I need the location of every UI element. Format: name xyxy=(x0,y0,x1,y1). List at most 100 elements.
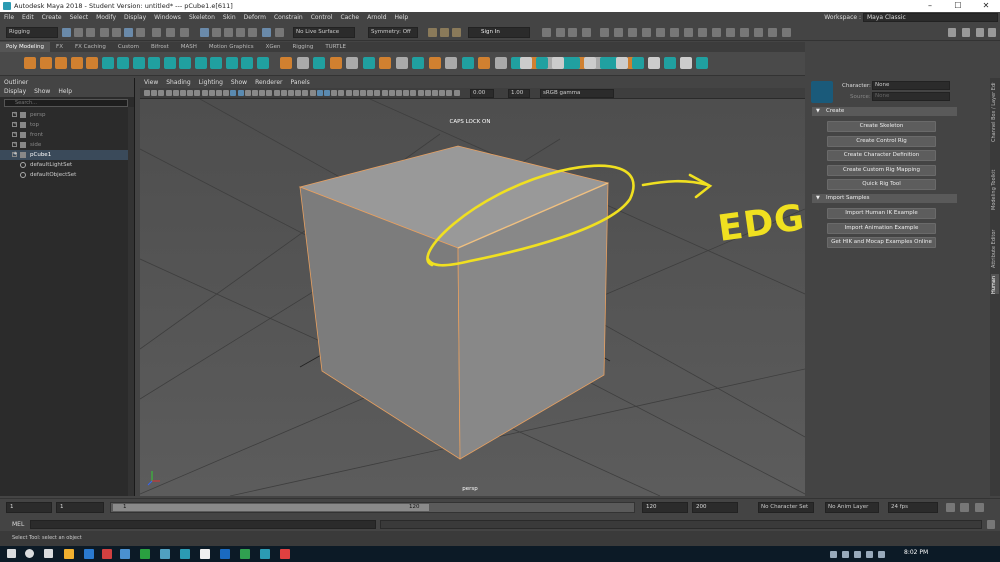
viewport-tool-icon[interactable] xyxy=(360,90,366,96)
sign-in-button[interactable]: Sign In xyxy=(468,27,530,38)
shelf-tool-icon[interactable] xyxy=(210,57,222,69)
statusline-option-icon[interactable] xyxy=(440,28,449,37)
statusline-tool-icon[interactable] xyxy=(74,28,83,37)
viewport-tool-icon[interactable] xyxy=(158,90,165,96)
viewport-menu-lighting[interactable]: Lighting xyxy=(195,79,227,86)
mail-icon[interactable] xyxy=(84,549,94,559)
shelf-tool-icon[interactable] xyxy=(86,57,98,69)
anim-end-field[interactable]: 200 xyxy=(692,502,738,513)
statusline-option-icon[interactable] xyxy=(428,28,437,37)
chrome-icon[interactable] xyxy=(280,549,290,559)
range-slider[interactable]: 1 120 xyxy=(110,502,635,513)
statusline-option-icon[interactable] xyxy=(642,28,651,37)
tray-icon[interactable] xyxy=(854,551,861,558)
statusline-option-icon[interactable] xyxy=(568,28,577,37)
shelf-tool-icon[interactable] xyxy=(568,57,580,69)
source-dropdown[interactable]: None xyxy=(872,92,950,101)
outliner-item[interactable]: defaultLightSet xyxy=(0,160,134,170)
viewport-tool-icon[interactable] xyxy=(223,90,230,96)
viewport-tool-icon[interactable] xyxy=(252,90,258,96)
range-slider-handle[interactable] xyxy=(113,504,429,511)
shelf-tool-icon[interactable] xyxy=(632,57,644,69)
viewport-tool-icon[interactable] xyxy=(280,90,287,96)
viewport-tool-icon[interactable] xyxy=(403,90,410,96)
viewport-3d[interactable]: EDGE CAPS LOCK ON persp xyxy=(140,99,805,496)
shelf-tool-icon[interactable] xyxy=(584,57,596,69)
shelf-tab-fx[interactable]: FX xyxy=(50,42,69,52)
outliner-item[interactable]: + persp xyxy=(0,110,134,120)
statusline-tool-icon[interactable] xyxy=(86,28,95,37)
statusline-tool-icon[interactable] xyxy=(62,28,71,37)
mel-input[interactable] xyxy=(30,520,376,529)
statusline-option-icon[interactable] xyxy=(754,28,763,37)
shelf-tool-icon[interactable] xyxy=(696,57,708,69)
viewport-tool-icon[interactable] xyxy=(266,90,273,96)
panel-toggle-icon[interactable] xyxy=(976,28,984,37)
shelf-tool-icon[interactable] xyxy=(39,57,52,69)
viewport-tool-icon[interactable] xyxy=(432,90,438,96)
statusline-option-icon[interactable] xyxy=(782,28,791,37)
outliner-scrollbar[interactable] xyxy=(128,107,134,496)
shelf-tool-icon[interactable] xyxy=(445,57,457,69)
maximize-button[interactable]: ☐ xyxy=(944,0,972,12)
statusline-option-icon[interactable] xyxy=(582,28,591,37)
panel-toggle-icon[interactable] xyxy=(988,28,996,37)
mel-label[interactable]: MEL xyxy=(12,521,24,528)
shelf-tab-bifrost[interactable]: Bifrost xyxy=(145,42,175,52)
maya-taskbar-icon[interactable] xyxy=(260,549,270,559)
character-set-dropdown[interactable]: No Character Set xyxy=(758,502,814,513)
outliner-menu-help[interactable]: Help xyxy=(54,88,76,95)
shelf-tool-icon[interactable] xyxy=(163,57,176,69)
shelf-tool-icon[interactable] xyxy=(55,57,67,69)
viewport-tool-icon[interactable] xyxy=(309,90,316,96)
outliner-item[interactable]: + pCube1 xyxy=(0,150,134,160)
outliner-item[interactable]: + side xyxy=(0,140,134,150)
create-custom-rig-mapping-button[interactable]: Create Custom Rig Mapping xyxy=(827,164,936,176)
import-sample-button[interactable]: Import Animation Example xyxy=(827,222,936,234)
viewport-tool-icon[interactable] xyxy=(144,90,150,96)
viewport-tool-icon[interactable] xyxy=(396,90,402,96)
tray-icon[interactable] xyxy=(830,551,837,558)
create-control-rig-button[interactable]: Create Control Rig xyxy=(827,135,936,147)
viewport-tool-icon[interactable] xyxy=(453,90,460,96)
viewport-tool-icon[interactable] xyxy=(172,90,179,96)
app-icon[interactable] xyxy=(220,549,230,559)
viewport-tool-icon[interactable] xyxy=(331,90,338,96)
viewport-tool-icon[interactable] xyxy=(381,90,388,96)
import-section-header[interactable]: ▼ Import Samples xyxy=(812,194,957,203)
search-icon[interactable] xyxy=(25,549,34,558)
shelf-tool-icon[interactable] xyxy=(520,57,532,69)
menu-control[interactable]: Control xyxy=(307,12,337,24)
quick-rig-tool-button[interactable]: Quick Rig Tool xyxy=(827,179,936,190)
statusline-option-icon[interactable] xyxy=(614,28,623,37)
shelf-tool-icon[interactable] xyxy=(329,57,342,69)
tray-icon[interactable] xyxy=(878,551,885,558)
shelf-tab-rigging[interactable]: Rigging xyxy=(286,42,319,52)
store-icon[interactable] xyxy=(102,549,112,559)
viewport-menu-view[interactable]: View xyxy=(140,79,162,86)
menu-skeleton[interactable]: Skeleton xyxy=(185,12,219,24)
loop-icon[interactable] xyxy=(946,503,955,512)
shelf-tool-icon[interactable] xyxy=(478,57,490,69)
shelf-tool-icon[interactable] xyxy=(600,57,612,69)
range-start-field[interactable]: 1 xyxy=(56,502,104,513)
outliner-menu-display[interactable]: Display xyxy=(0,88,30,95)
viewport-tool-icon[interactable] xyxy=(194,90,201,96)
statusline-tool-icon[interactable] xyxy=(200,28,209,37)
start-frame-field[interactable]: 1 xyxy=(6,502,52,513)
side-tab-modeling-toolkit[interactable]: Modeling Toolkit xyxy=(991,148,999,210)
statusline-option-icon[interactable] xyxy=(726,28,735,37)
import-sample-button[interactable]: Get HIK and Mocap Examples Online xyxy=(827,237,936,248)
color-space-dropdown[interactable]: sRGB gamma xyxy=(540,89,614,98)
range-end-field[interactable]: 120 xyxy=(642,502,688,513)
viewport-tool-icon[interactable] xyxy=(208,90,215,96)
app-icon[interactable] xyxy=(240,549,250,559)
viewport-menu-renderer[interactable]: Renderer xyxy=(251,79,286,86)
statusline-tool-icon[interactable] xyxy=(124,28,133,37)
menu-arnold[interactable]: Arnold xyxy=(363,12,390,24)
shelf-tool-icon[interactable] xyxy=(395,57,408,69)
shelf-tool-icon[interactable] xyxy=(552,57,564,69)
shelf-tool-icon[interactable] xyxy=(616,57,628,69)
viewport-tool-icon[interactable] xyxy=(345,90,352,96)
shelf-tool-icon[interactable] xyxy=(680,57,692,69)
